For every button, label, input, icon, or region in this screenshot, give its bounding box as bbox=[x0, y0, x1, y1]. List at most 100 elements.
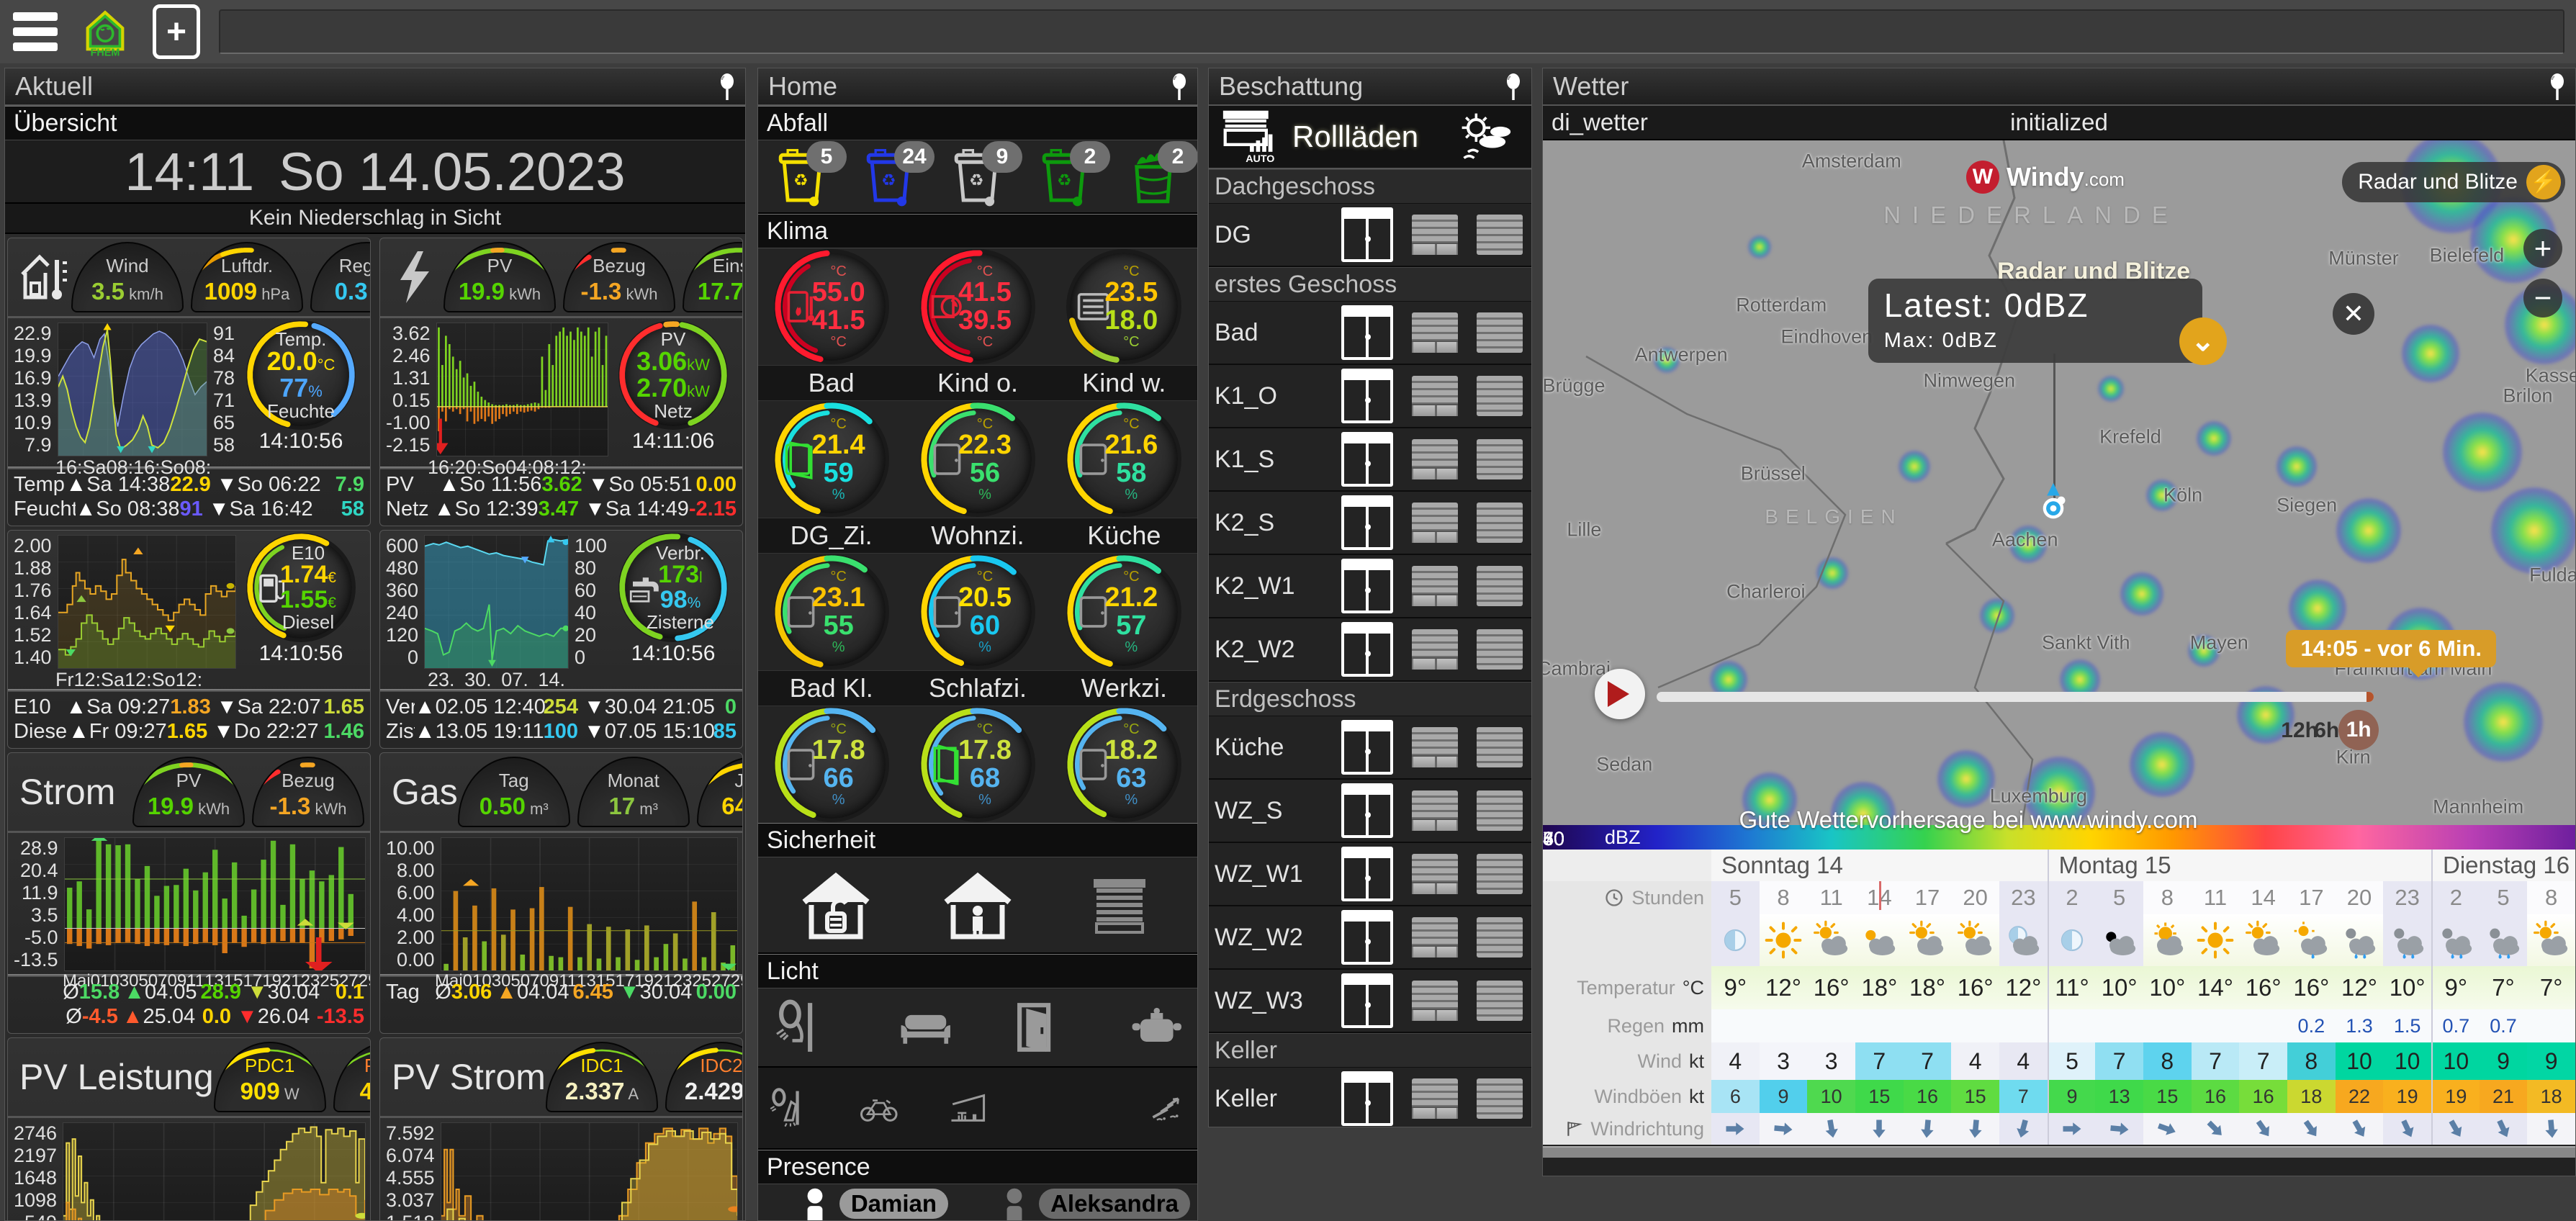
history-label-6h[interactable]: 6h bbox=[2314, 718, 2339, 743]
bicycle-icon[interactable] bbox=[859, 1079, 899, 1137]
shutter-open-icon[interactable] bbox=[1341, 1071, 1393, 1126]
zoom-out-button[interactable]: − bbox=[2523, 279, 2562, 317]
shutter-open-icon[interactable] bbox=[1341, 847, 1393, 901]
shutter-open-icon[interactable] bbox=[1341, 559, 1393, 613]
shutter-half-icon[interactable] bbox=[1412, 1078, 1458, 1119]
windy-logo[interactable]: W Windy.com bbox=[1966, 161, 2125, 194]
klima-gauge-Kind o.[interactable]: °C41.539.5°C bbox=[924, 253, 1032, 361]
klima-gauge-row4-1[interactable]: °C17.866% bbox=[778, 711, 886, 819]
horizontal-scrollbar[interactable] bbox=[1543, 1146, 2575, 1158]
zoom-in-button[interactable]: + bbox=[2523, 229, 2562, 268]
pin-icon[interactable] bbox=[2548, 73, 2567, 102]
klima-gauge-Schlafzi.[interactable]: °C20.560% bbox=[924, 558, 1032, 666]
forecast-cell: 10° bbox=[2143, 966, 2192, 1009]
panel-title: Wetter bbox=[1553, 71, 1629, 102]
waste-bin-2[interactable]: ♻2 bbox=[1032, 145, 1099, 207]
shutter-closed-icon[interactable] bbox=[1477, 727, 1523, 767]
presence-damian[interactable]: Damian bbox=[792, 1187, 948, 1221]
menu-icon[interactable] bbox=[13, 12, 58, 51]
shutter-open-icon[interactable] bbox=[1341, 783, 1393, 838]
rolladen-device-row[interactable]: AUTO Rollläden bbox=[1209, 106, 1531, 169]
shutter-half-icon[interactable] bbox=[1412, 503, 1458, 543]
axis-tick: -5.0 bbox=[14, 927, 58, 949]
shutter-half-icon[interactable] bbox=[1412, 312, 1458, 353]
attribution[interactable]: Gute Wettervorhersage bei www.windy.com bbox=[1739, 806, 2197, 834]
shutter-open-icon[interactable] bbox=[1341, 495, 1393, 550]
tree-icon[interactable] bbox=[1148, 1079, 1188, 1137]
shutter-open-icon[interactable] bbox=[1341, 207, 1393, 262]
timeline-slider[interactable] bbox=[1657, 692, 2374, 702]
klima-gauge-row4-3[interactable]: °C18.263% bbox=[1070, 711, 1178, 819]
shutter-closed-icon[interactable] bbox=[1477, 566, 1523, 606]
weather-device-name[interactable]: di_wetter bbox=[1552, 109, 1890, 136]
shutter-closed-icon[interactable] bbox=[1477, 1078, 1523, 1119]
radar-map[interactable]: AmsterdamRotterdamMünsterBielefeldEindho… bbox=[1543, 140, 2575, 850]
shutter-closed-icon[interactable] bbox=[1477, 503, 1523, 543]
shutter-closed-icon[interactable] bbox=[1477, 981, 1523, 1021]
shutter-open-icon[interactable] bbox=[1341, 910, 1393, 965]
shutter-half-icon[interactable] bbox=[1412, 727, 1458, 767]
carport-icon[interactable] bbox=[949, 1079, 989, 1137]
shutter-half-icon[interactable] bbox=[1412, 854, 1458, 894]
forecast-cell bbox=[1711, 1009, 1760, 1042]
presence-aleksandra[interactable]: Aleksandra bbox=[991, 1187, 1190, 1221]
shutter-closed-icon[interactable] bbox=[1477, 854, 1523, 894]
shutter-closed-icon[interactable] bbox=[1477, 917, 1523, 958]
house-occupied-icon[interactable] bbox=[940, 868, 1015, 942]
shutter-open-icon[interactable] bbox=[1341, 305, 1393, 360]
shutter-half-icon[interactable] bbox=[1412, 439, 1458, 479]
waste-bin-9[interactable]: ♻9 bbox=[945, 145, 1011, 207]
shutter-closed-icon[interactable] bbox=[1477, 215, 1523, 255]
shutter-half-icon[interactable] bbox=[1412, 215, 1458, 255]
shutter-half-icon[interactable] bbox=[1412, 917, 1458, 958]
klima-gauge-DG_Zi.[interactable]: °C21.459% bbox=[778, 405, 886, 513]
pin-icon[interactable] bbox=[1504, 73, 1523, 102]
shutter-icon[interactable] bbox=[1082, 868, 1157, 942]
klima-gauge-Bad[interactable]: °C55.041.5°C bbox=[778, 253, 886, 361]
klima-gauge-row4-2[interactable]: °C17.868% bbox=[924, 711, 1032, 819]
wall-lamp-down-icon[interactable] bbox=[768, 1079, 809, 1137]
shutter-closed-icon[interactable] bbox=[1477, 439, 1523, 479]
pin-icon[interactable] bbox=[1170, 73, 1189, 102]
shutter-closed-icon[interactable] bbox=[1477, 312, 1523, 353]
shutter-closed-icon[interactable] bbox=[1477, 790, 1523, 831]
waste-bin-5[interactable]: ♻5 bbox=[769, 145, 835, 207]
sofa-icon[interactable] bbox=[895, 999, 957, 1056]
house-unlocked-icon[interactable] bbox=[798, 868, 873, 942]
klima-gauge-Bad Kl.[interactable]: °C23.155% bbox=[778, 558, 886, 666]
shutter-open-icon[interactable] bbox=[1341, 720, 1393, 775]
history-label-1h[interactable]: 1h bbox=[2338, 710, 2379, 750]
bin-count-badge: 9 bbox=[982, 141, 1022, 173]
shutter-closed-icon[interactable] bbox=[1477, 376, 1523, 416]
shutter-half-icon[interactable] bbox=[1412, 629, 1458, 670]
klima-gauge-Kind w.[interactable]: °C23.518.0°C bbox=[1070, 253, 1178, 361]
waste-bin-24[interactable]: ♻24 bbox=[857, 145, 923, 207]
shutter-half-icon[interactable] bbox=[1412, 981, 1458, 1021]
close-icon[interactable]: ✕ bbox=[2333, 293, 2374, 335]
klima-gauge-Werkzi.[interactable]: °C21.257% bbox=[1070, 558, 1178, 666]
chevron-down-icon[interactable]: ⌄ bbox=[2179, 317, 2227, 365]
history-label-12h[interactable]: 12h bbox=[2281, 718, 2318, 743]
forecast-cell bbox=[1904, 1009, 1952, 1042]
cooking-pot-icon[interactable] bbox=[1126, 999, 1188, 1056]
fhem-logo-icon[interactable]: FHEM bbox=[76, 6, 134, 58]
shutter-half-icon[interactable] bbox=[1412, 790, 1458, 831]
command-input[interactable] bbox=[219, 9, 2564, 54]
layer-selector[interactable]: Radar und Blitze ⚡ bbox=[2342, 162, 2565, 202]
shutter-open-icon[interactable] bbox=[1341, 973, 1393, 1028]
shutter-open-icon[interactable] bbox=[1341, 622, 1393, 677]
shutter-open-icon[interactable] bbox=[1341, 369, 1393, 423]
shutter-half-icon[interactable] bbox=[1412, 376, 1458, 416]
section-uebersicht[interactable]: Übersicht bbox=[5, 106, 745, 140]
klima-gauge-Wohnzi.[interactable]: °C22.356% bbox=[924, 405, 1032, 513]
shutter-half-icon[interactable] bbox=[1412, 566, 1458, 606]
add-button[interactable]: + bbox=[153, 4, 200, 59]
klima-gauge-Küche[interactable]: °C21.658% bbox=[1070, 405, 1178, 513]
door-icon[interactable] bbox=[1006, 999, 1068, 1056]
pin-icon[interactable] bbox=[718, 73, 737, 102]
play-button[interactable] bbox=[1595, 669, 1645, 719]
wall-lamp-icon[interactable] bbox=[768, 999, 830, 1056]
shutter-open-icon[interactable] bbox=[1341, 432, 1393, 487]
shutter-closed-icon[interactable] bbox=[1477, 629, 1523, 670]
waste-bin-2[interactable]: 2 bbox=[1120, 145, 1186, 207]
